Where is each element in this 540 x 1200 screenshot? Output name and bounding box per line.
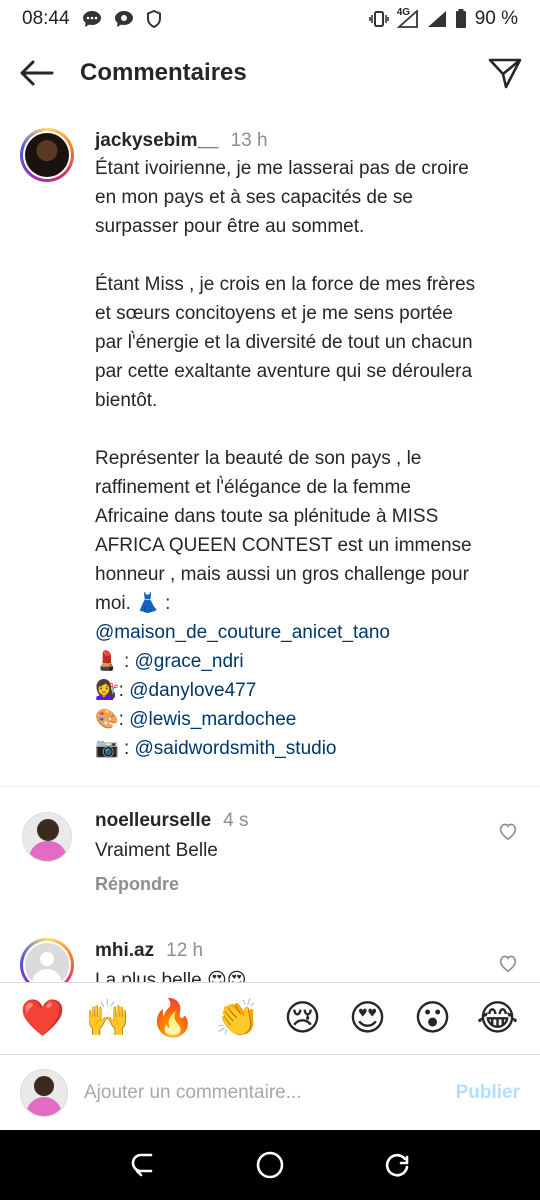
chat-bubble-icon bbox=[82, 10, 102, 28]
credit-separator: : bbox=[118, 651, 135, 672]
mention-link[interactable]: @grace_ndri bbox=[135, 651, 244, 672]
comment-body: Étant ivoirienne, je me lasserai pas de … bbox=[95, 154, 485, 763]
battery-level: 90 % bbox=[474, 8, 518, 29]
credit-emoji: 💄 bbox=[95, 651, 119, 672]
credit-emoji: 🎨 bbox=[95, 709, 119, 730]
comment-time: 4 s bbox=[223, 810, 249, 831]
credit-separator: : bbox=[118, 709, 130, 730]
messenger-icon bbox=[114, 10, 134, 28]
shield-icon bbox=[146, 10, 162, 28]
caption-paragraph: Représenter la beauté de son pays , le r… bbox=[95, 444, 485, 647]
back-arrow-icon[interactable] bbox=[18, 59, 54, 87]
header: Commentaires bbox=[0, 46, 540, 100]
comment-time: 12 h bbox=[166, 940, 204, 961]
emoji-clap-button[interactable]: 👏 bbox=[210, 1000, 266, 1037]
credit-line: 💇‍♀️: @danylove477 bbox=[95, 676, 485, 705]
signal-4g-icon: 4G bbox=[396, 7, 419, 28]
signal-icon bbox=[427, 10, 447, 28]
credit-line: 📷 : @saidwordsmith_studio bbox=[95, 734, 485, 763]
avatar bbox=[20, 1068, 68, 1117]
credit-emoji: 👗 bbox=[136, 593, 160, 614]
mention-link[interactable]: @saidwordsmith_studio bbox=[135, 738, 337, 759]
avatar[interactable] bbox=[22, 812, 72, 862]
home-nav-icon[interactable] bbox=[255, 1150, 285, 1180]
credit-emoji: 💇‍♀️ bbox=[95, 680, 119, 701]
emoji-surprised-button[interactable]: 😮 bbox=[405, 1000, 461, 1037]
mention-link[interactable]: @lewis_mardochee bbox=[129, 709, 296, 730]
recents-nav-icon[interactable] bbox=[383, 1151, 411, 1179]
credit-line: 💄 : @grace_ndri bbox=[95, 647, 485, 676]
caption-comment: jackysebim__ 13 h Étant ivoirienne, je me… bbox=[0, 128, 540, 788]
network-label: 4G bbox=[396, 7, 411, 18]
comment-body: Vraiment Belle bbox=[95, 840, 218, 861]
comments-list[interactable]: jackysebim__ 13 h Étant ivoirienne, je me… bbox=[0, 110, 540, 982]
credit-separator: : bbox=[118, 680, 130, 701]
credit-separator: : bbox=[118, 738, 135, 759]
status-bar: 08:44 4G 90 % bbox=[0, 0, 540, 38]
comment-item: noelleurselle 4 s Vraiment Belle Répondre bbox=[0, 810, 540, 920]
credit-emoji: 📷 bbox=[95, 738, 119, 759]
like-heart-icon[interactable] bbox=[498, 954, 518, 977]
system-nav-bar bbox=[0, 1130, 540, 1200]
emoji-heart-eyes-button[interactable]: 😍 bbox=[340, 1000, 396, 1037]
send-icon[interactable] bbox=[488, 57, 522, 89]
publish-button[interactable]: Publier bbox=[456, 1082, 520, 1104]
caption-paragraph: Étant ivoirienne, je me lasserai pas de … bbox=[95, 158, 469, 237]
divider bbox=[0, 786, 540, 787]
comment-username[interactable]: noelleurselle bbox=[95, 810, 211, 831]
comment-time: 13 h bbox=[230, 130, 268, 151]
caption-paragraph: Étant Miss , je crois en la force de mes… bbox=[95, 274, 476, 411]
comment-username[interactable]: jackysebim__ bbox=[95, 130, 219, 151]
avatar[interactable] bbox=[20, 128, 74, 182]
emoji-crying-button[interactable]: 😢 bbox=[275, 1000, 331, 1037]
reply-button[interactable]: Répondre bbox=[95, 874, 179, 895]
credit-separator: : bbox=[159, 593, 171, 614]
comment-input[interactable] bbox=[84, 1081, 446, 1104]
comment-item: mhi.az 12 h La plus belle 😍😍 bbox=[0, 938, 540, 982]
back-nav-icon[interactable] bbox=[129, 1151, 157, 1179]
emoji-fire-button[interactable]: 🔥 bbox=[145, 1000, 201, 1037]
comment-body: La plus belle 😍😍 bbox=[95, 970, 247, 982]
avatar[interactable] bbox=[20, 938, 74, 982]
battery-icon bbox=[455, 9, 467, 29]
vibrate-icon bbox=[368, 11, 389, 27]
credit-line: 🎨: @lewis_mardochee bbox=[95, 705, 485, 734]
page-title: Commentaires bbox=[80, 59, 247, 86]
like-heart-icon[interactable] bbox=[498, 822, 518, 845]
comment-input-bar: Publier bbox=[0, 1054, 540, 1130]
mention-link[interactable]: @danylove477 bbox=[129, 680, 256, 701]
emoji-heart-button[interactable]: ❤️ bbox=[15, 1000, 71, 1037]
status-time: 08:44 bbox=[22, 8, 70, 29]
comment-username[interactable]: mhi.az bbox=[95, 940, 154, 961]
emoji-reaction-bar: ❤️ 🙌 🔥 👏 😢 😍 😮 😂 bbox=[0, 982, 540, 1054]
emoji-raised-hands-button[interactable]: 🙌 bbox=[80, 1000, 136, 1037]
emoji-laughing-button[interactable]: 😂 bbox=[470, 1000, 526, 1037]
caption-paragraph-text: Représenter la beauté de son pays , le r… bbox=[95, 448, 472, 614]
mention-link[interactable]: @maison_de_couture_anicet_tano bbox=[95, 622, 390, 643]
